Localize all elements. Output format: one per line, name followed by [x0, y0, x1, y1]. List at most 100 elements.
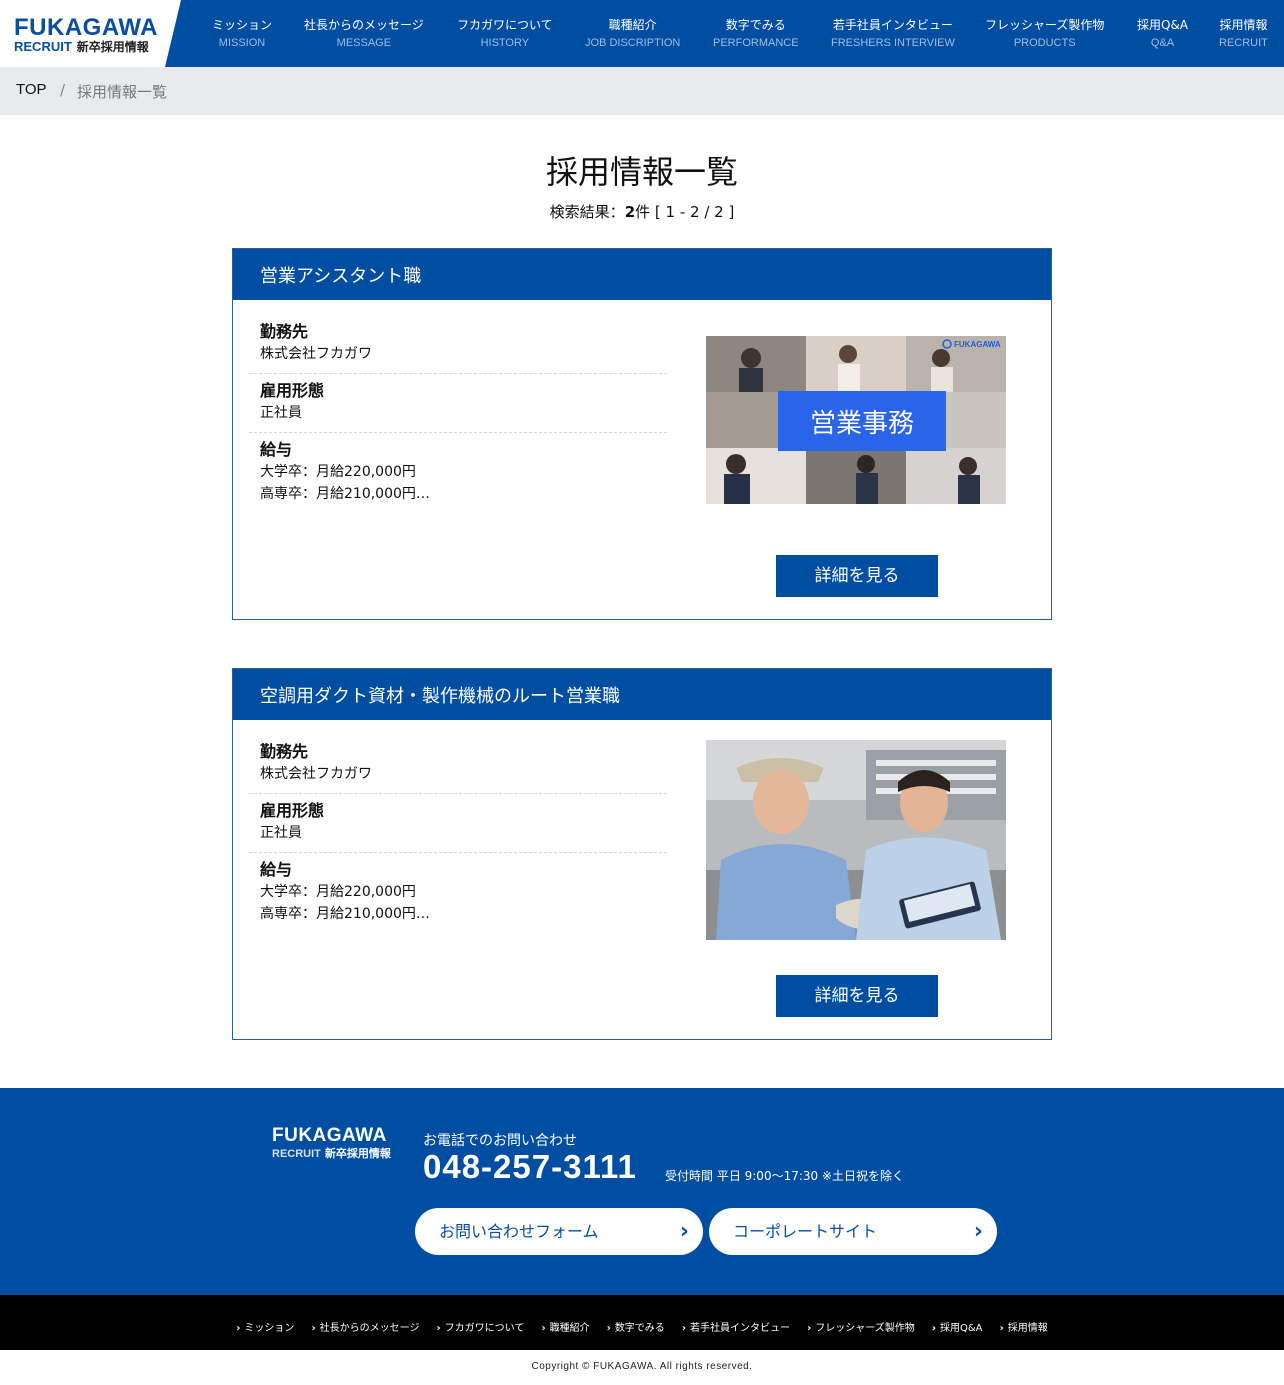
- field-salary: 給与 大学卒：月給220,000円 高専卒：月給210,000円…: [249, 439, 667, 509]
- nav-label: 若手社員インタビュー: [832, 18, 953, 32]
- logo-recruit-text: RECRUIT: [14, 39, 72, 54]
- footer-nav-qa[interactable]: › 採用Q&A: [932, 1319, 983, 1334]
- page-title: 採用情報一覧: [545, 153, 738, 191]
- copyright: Copyright © FUKAGAWA. All rights reserve…: [531, 1361, 753, 1372]
- job-title: 営業アシスタント職: [233, 249, 1051, 300]
- job-image-factory-workers: [706, 740, 1006, 940]
- footer-nav-label: 採用Q&A: [939, 1323, 983, 1334]
- field-label: 給与: [260, 440, 293, 459]
- footer-nav-label: 数字でみる: [614, 1323, 665, 1334]
- chevron-right-icon: ›: [436, 1323, 441, 1334]
- breadcrumb-current: 採用情報一覧: [77, 83, 168, 101]
- footer-nav-label: 採用情報: [1007, 1323, 1048, 1334]
- nav-label: 採用Q&A: [1137, 18, 1189, 32]
- footer-nav-label: 若手社員インタビュー: [690, 1323, 791, 1334]
- image-caption: 営業事務: [810, 409, 914, 439]
- nav-qa[interactable]: 採用Q&A Q&A: [1137, 17, 1188, 51]
- footer-nav-recruit[interactable]: › 採用情報: [1000, 1319, 1048, 1334]
- chevron-right-icon: ›: [679, 1219, 689, 1244]
- job-title: 空調用ダクト資材・製作機械のルート営業職: [233, 669, 1051, 720]
- footer-logo-jp-text: 新卒採用情報: [324, 1148, 391, 1160]
- view-details-button[interactable]: 詳細を見る: [776, 555, 938, 597]
- field-value: 株式会社フカガワ: [260, 766, 372, 782]
- footer-nav-label: フレッシャーズ製作物: [815, 1323, 915, 1334]
- chevron-right-icon: ›: [973, 1219, 983, 1244]
- nav-sublabel: PRODUCTS: [1013, 37, 1076, 49]
- logo[interactable]: FUKAGAWA RECRUIT 新卒採用情報: [0, 0, 165, 67]
- footer: FUKAGAWA RECRUIT 新卒採用情報 お電話でのお問い合わせ 048-2…: [0, 1088, 1284, 1295]
- site-header: FUKAGAWA RECRUIT 新卒採用情報 ミッション MISSION 社長から…: [0, 0, 1284, 67]
- nav-label: 数字でみる: [725, 18, 786, 32]
- chevron-right-icon: ›: [606, 1323, 611, 1334]
- footer-nav-job-description[interactable]: › 職種紹介: [541, 1319, 589, 1334]
- result-range: 件 [ 1 - 2 / 2 ]: [635, 203, 735, 221]
- corporate-site-button[interactable]: コーポレートサイト ›: [709, 1208, 997, 1255]
- nav-recruit[interactable]: 採用情報 RECRUIT: [1219, 17, 1268, 51]
- breadcrumb: TOP / 採用情報一覧: [0, 67, 1284, 115]
- field-label: 雇用形態: [260, 801, 325, 820]
- field-employment-type: 雇用形態 正社員: [249, 380, 667, 433]
- breadcrumb-top-link[interactable]: TOP: [16, 81, 47, 98]
- nav-message[interactable]: 社長からのメッセージ MESSAGE: [304, 17, 424, 51]
- nav-history[interactable]: フカガワについて HISTORY: [457, 17, 553, 51]
- nav-label: フカガワについて: [457, 18, 553, 32]
- footer-nav-mission[interactable]: › ミッション: [236, 1319, 294, 1334]
- field-value: 正社員: [260, 405, 302, 421]
- business-hours: 受付時間 平日 9:00～17:30 ※土日祝を除く: [665, 1169, 905, 1183]
- contact-label: お電話でのお問い合わせ: [423, 1133, 577, 1149]
- footer-nav-history[interactable]: › フカガワについて: [437, 1319, 525, 1334]
- field-workplace: 勤務先 株式会社フカガワ: [249, 741, 667, 794]
- field-label: 給与: [260, 860, 293, 879]
- nav-label: 採用情報: [1219, 18, 1268, 32]
- job-card: 空調用ダクト資材・製作機械のルート営業職 勤務先 株式会社フカガワ 雇用形態 正…: [232, 668, 1052, 1040]
- nav-freshers-interview[interactable]: 若手社員インタビュー FRESHERS INTERVIEW: [831, 17, 955, 51]
- field-label: 勤務先: [260, 742, 309, 761]
- field-label: 勤務先: [260, 322, 309, 341]
- svg-text:FUKAGAWA: FUKAGAWA: [954, 340, 1001, 349]
- result-prefix: 検索結果：: [549, 203, 625, 221]
- field-employment-type: 雇用形態 正社員: [249, 800, 667, 853]
- breadcrumb-separator: /: [60, 81, 66, 99]
- footer-logo-wordmark[interactable]: FUKAGAWA: [272, 1125, 387, 1147]
- view-details-button[interactable]: 詳細を見る: [776, 975, 938, 1017]
- footer-logo-recruit-text: RECRUIT: [272, 1148, 321, 1160]
- footer-nav-freshers-interview[interactable]: › 若手社員インタビュー: [682, 1319, 790, 1334]
- chevron-right-icon: ›: [311, 1323, 316, 1334]
- footer-nav-label: フカガワについて: [444, 1323, 525, 1334]
- footer-nav: › ミッション › 社長からのメッセージ › フカガワについて › 職種紹介 › 数字でみ…: [0, 1295, 1284, 1350]
- chevron-right-icon: ›: [999, 1323, 1004, 1334]
- nav-job-description[interactable]: 職種紹介 JOB DISCRIPTION: [585, 17, 680, 51]
- footer-nav-message[interactable]: › 社長からのメッセージ: [312, 1319, 420, 1334]
- footer-nav-performance[interactable]: › 数字でみる: [607, 1319, 665, 1334]
- nav-sublabel: PERFORMANCE: [713, 37, 799, 49]
- field-value: 正社員: [260, 825, 302, 841]
- nav-sublabel: MESSAGE: [336, 37, 392, 49]
- nav-label: ミッション: [212, 18, 273, 32]
- search-result-count: 検索結果：2件 [ 1 - 2 / 2 ]: [0, 201, 1284, 222]
- chevron-right-icon: ›: [807, 1323, 812, 1334]
- footer-nav-label: 社長からのメッセージ: [319, 1323, 420, 1334]
- corporate-site-label: コーポレートサイト: [733, 1222, 878, 1241]
- nav-sublabel: Q&A: [1150, 37, 1175, 49]
- job-image-sales-office: FUKAGAWA 営業事務: [706, 336, 1006, 504]
- nav-products[interactable]: フレッシャーズ製作物 PRODUCTS: [985, 17, 1104, 51]
- field-value: 大学卒：月給220,000円: [260, 884, 416, 900]
- field-value: 高専卒：月給210,000円…: [260, 906, 430, 922]
- nav-sublabel: MISSION: [218, 37, 266, 49]
- nav-performance[interactable]: 数字でみる PERFORMANCE: [713, 17, 799, 51]
- field-value: 大学卒：月給220,000円: [260, 464, 416, 480]
- job-card: 営業アシスタント職 勤務先 株式会社フカガワ 雇用形態 正社員 給与 大学卒：月…: [232, 248, 1052, 620]
- nav-mission[interactable]: ミッション MISSION: [212, 17, 272, 51]
- field-workplace: 勤務先 株式会社フカガワ: [249, 321, 667, 374]
- chevron-right-icon: ›: [931, 1323, 936, 1334]
- chevron-right-icon: ›: [541, 1323, 546, 1334]
- footer-nav-label: 職種紹介: [549, 1323, 590, 1334]
- footer-nav-products[interactable]: › フレッシャーズ製作物: [807, 1319, 915, 1334]
- contact-form-button[interactable]: お問い合わせフォーム ›: [415, 1208, 703, 1255]
- nav-sublabel: RECRUIT: [1219, 37, 1268, 49]
- phone-number[interactable]: 048-257-3111: [423, 1148, 637, 1186]
- contact-form-label: お問い合わせフォーム: [439, 1222, 599, 1241]
- nav-sublabel: FRESHERS INTERVIEW: [831, 37, 955, 49]
- field-label: 雇用形態: [260, 381, 325, 400]
- footer-nav-label: ミッション: [244, 1323, 295, 1334]
